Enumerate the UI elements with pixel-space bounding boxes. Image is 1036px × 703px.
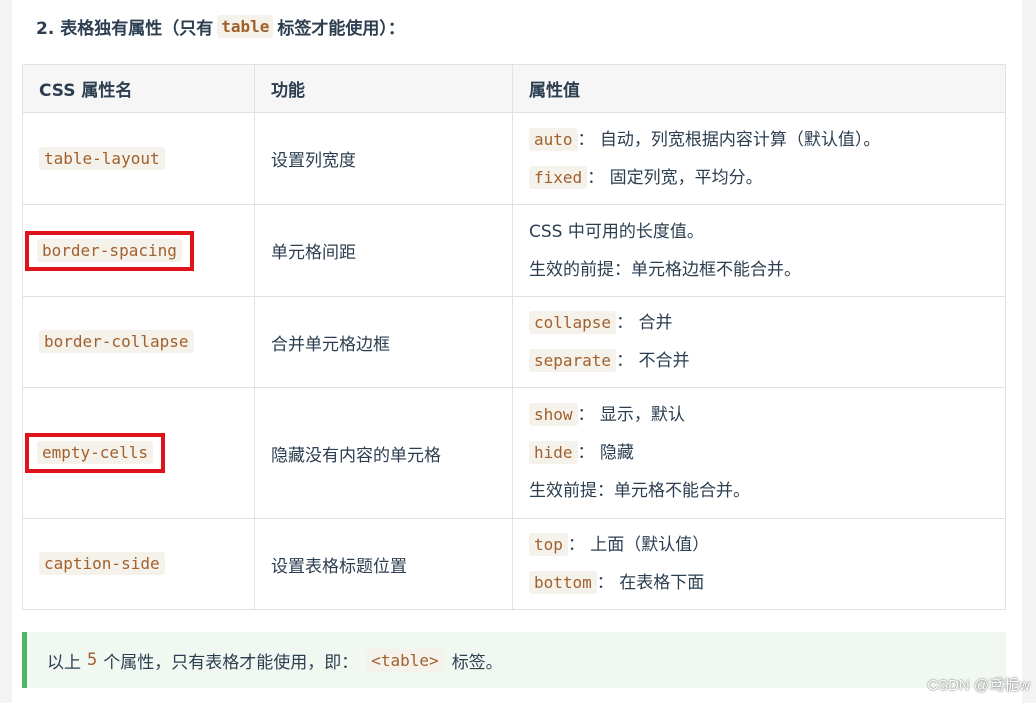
- value-text: ： 不合并: [616, 351, 690, 371]
- table-row: table-layout 设置列宽度 auto： 自动，列宽根据内容计算（默认值…: [22, 112, 1006, 205]
- property-code: caption-side: [39, 552, 165, 575]
- highlight-box: border-spacing: [25, 230, 194, 271]
- table-row: empty-cells 隐藏没有内容的单元格 show： 显示，默认 hide：…: [22, 387, 1006, 519]
- function-cell: 隐藏没有内容的单元格: [254, 387, 513, 519]
- value-line: CSS 中可用的长度值。: [529, 221, 704, 242]
- highlight-box: empty-cells: [25, 433, 165, 473]
- property-cell: border-spacing: [22, 204, 255, 297]
- function-cell: 设置列宽度: [254, 112, 513, 205]
- note-prefix: 以上: [47, 652, 81, 673]
- header-function: 功能: [254, 64, 513, 113]
- value-text: ： 显示，默认: [577, 405, 685, 425]
- property-cell: table-layout: [22, 112, 255, 205]
- value-cell: collapse： 合并 separate： 不合并: [512, 296, 1006, 388]
- note-count: 5: [87, 650, 98, 670]
- tip-note: 以上 5 个属性，只有表格才能使用，即： <table> 标签。: [22, 632, 1006, 688]
- value-text: ： 在表格下面: [596, 573, 705, 593]
- table-header-row: CSS 属性名 功能 属性值: [22, 64, 1006, 113]
- value-line: hide： 隐藏: [529, 434, 989, 472]
- note-middle: 个属性，只有表格才能使用，即：: [103, 652, 359, 673]
- value-text: ： 自动，列宽根据内容计算（默认值）。: [577, 129, 881, 150]
- value-cell: show： 显示，默认 hide： 隐藏 生效前提：单元格不能合并。: [512, 387, 1006, 519]
- value-line: separate： 不合并: [529, 342, 989, 380]
- value-code: separate: [529, 349, 617, 372]
- value-text: ： 隐藏: [577, 443, 634, 463]
- table-row: border-collapse 合并单元格边框 collapse： 合并 sep…: [22, 296, 1006, 388]
- value-code: top: [529, 533, 568, 556]
- function-cell: 单元格间距: [254, 204, 513, 297]
- value-text: ： 合并: [616, 313, 673, 333]
- table-row: border-spacing 单元格间距 CSS 中可用的长度值。 生效的前提：…: [22, 204, 1006, 297]
- heading-code: table: [217, 15, 274, 38]
- property-cell: empty-cells: [22, 387, 255, 519]
- function-cell: 设置表格标题位置: [254, 518, 513, 610]
- property-code: empty-cells: [37, 441, 153, 464]
- value-code: auto: [529, 127, 578, 151]
- value-line: bottom： 在表格下面: [529, 564, 989, 602]
- value-line: show： 显示，默认: [529, 396, 989, 434]
- header-value: 属性值: [512, 64, 1006, 113]
- note-code: <table>: [366, 648, 444, 672]
- value-cell: CSS 中可用的长度值。 生效的前提：单元格边框不能合并。: [512, 204, 1006, 297]
- value-line: 生效的前提：单元格边框不能合并。: [529, 259, 801, 280]
- value-code: hide: [529, 441, 578, 464]
- property-cell: caption-side: [22, 518, 255, 610]
- value-line: collapse： 合并: [529, 304, 989, 342]
- value-text: ： 上面（默认值）: [567, 535, 710, 555]
- value-line: 生效前提：单元格不能合并。: [529, 481, 750, 501]
- value-cell: auto： 自动，列宽根据内容计算（默认值）。 fixed： 固定列宽，平均分。: [512, 112, 1006, 205]
- value-text: ： 固定列宽，平均分。: [587, 167, 763, 188]
- function-cell: 合并单元格边框: [254, 296, 513, 388]
- value-cell: top： 上面（默认值） bottom： 在表格下面: [512, 518, 1006, 610]
- heading-prefix: 2. 表格独有属性（只有: [36, 19, 214, 39]
- value-line: fixed： 固定列宽，平均分。: [529, 159, 989, 197]
- table-row: caption-side 设置表格标题位置 top： 上面（默认值） botto…: [22, 518, 1006, 610]
- property-code: border-collapse: [39, 330, 194, 353]
- heading-suffix: 标签才能使用）：: [277, 19, 405, 39]
- property-code: border-spacing: [37, 238, 182, 262]
- watermark: CSDN @鸢栀w: [927, 677, 1030, 694]
- value-code: bottom: [529, 571, 597, 594]
- value-code: collapse: [529, 311, 617, 334]
- value-line: auto： 自动，列宽根据内容计算（默认值）。: [529, 121, 989, 159]
- value-code: fixed: [529, 165, 588, 189]
- properties-table: CSS 属性名 功能 属性值 table-layout 设置列宽度 auto： …: [22, 64, 1006, 610]
- section-heading: 2. 表格独有属性（只有 table 标签才能使用）：: [36, 14, 405, 39]
- header-property: CSS 属性名: [22, 64, 255, 113]
- property-cell: border-collapse: [22, 296, 255, 388]
- value-line: top： 上面（默认值）: [529, 526, 989, 564]
- note-suffix: 标签。: [451, 652, 503, 673]
- value-code: show: [529, 403, 578, 426]
- property-code: table-layout: [39, 146, 165, 170]
